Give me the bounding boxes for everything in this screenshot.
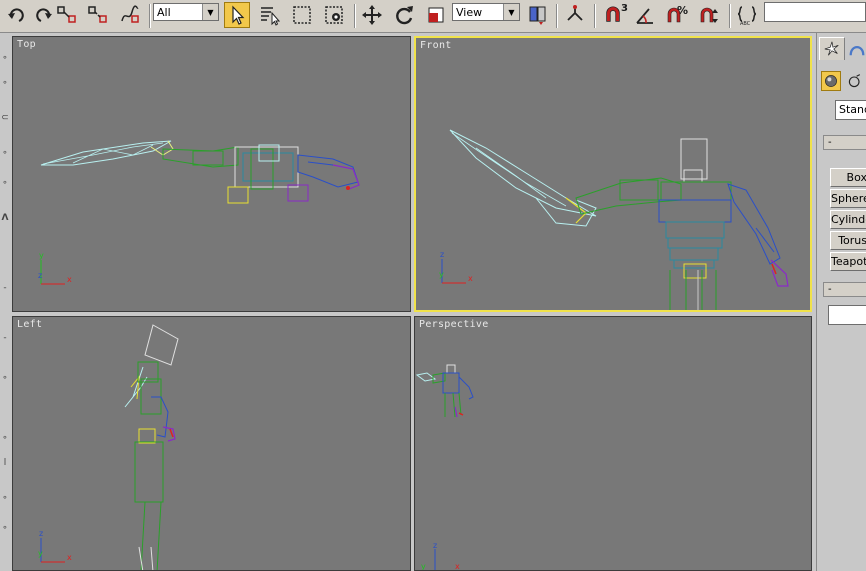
reference-coordinate-dropdown[interactable]: View ▼ — [452, 3, 520, 21]
strip-tick-icon: ∘ — [2, 493, 8, 503]
strip-tick-icon: - — [3, 333, 7, 343]
viewport-top[interactable]: Top y x z — [12, 36, 411, 312]
left-edge-strip: ∘ ∘ ⊂ ∘ ∘ Λ - - ∘ ∘ l ∘ ∘ — [0, 33, 10, 571]
percent-snap-icon[interactable]: % — [664, 2, 690, 28]
selection-filter-dropdown[interactable]: All ▼ — [153, 3, 219, 21]
spinner-snap-icon[interactable] — [696, 2, 722, 28]
strip-tick-icon: ∘ — [2, 78, 8, 88]
strip-tick-icon: ∘ — [2, 53, 8, 63]
axis-v-label: z — [433, 541, 437, 550]
strip-tick-icon: ∘ — [2, 373, 8, 383]
strip-tick-icon: ∘ — [2, 148, 8, 158]
axis-v-label: z — [39, 529, 43, 538]
axis-y-label: y — [439, 270, 444, 279]
select-by-name-icon[interactable] — [256, 2, 282, 28]
chevron-down-icon: ▼ — [503, 4, 519, 20]
teapot-button[interactable]: Teapot — [830, 252, 866, 271]
rectangular-selection-icon[interactable] — [289, 2, 315, 28]
command-panel: Standard Primitives - Box Sphere Cylinde… — [816, 33, 866, 571]
select-object-icon[interactable] — [224, 2, 250, 28]
axis-tripod-perspective: z x y — [421, 541, 460, 571]
box-button[interactable]: Box — [830, 168, 866, 187]
percent-snap-label: % — [676, 4, 688, 17]
strip-tick-icon: ∘ — [2, 178, 8, 188]
snap-dimension-label: 3 — [621, 3, 628, 14]
axis-v-label: z — [440, 250, 444, 259]
modify-tab-icon[interactable] — [845, 37, 866, 59]
axis-tripod-top: y x z — [38, 251, 72, 285]
object-type-dropdown[interactable]: Standard Primitives — [835, 100, 866, 120]
svg-text:ABC: ABC — [740, 21, 751, 26]
axis-h-label: x — [455, 562, 460, 571]
undo-icon[interactable] — [4, 2, 30, 28]
axis-h-label: x — [67, 553, 72, 562]
edit-named-selections-icon[interactable]: ABC — [734, 2, 760, 28]
strip-tick-icon: Λ — [1, 213, 9, 223]
viewport-left[interactable]: Left z x y — [12, 316, 411, 571]
bind-to-space-warp-icon[interactable] — [117, 2, 143, 28]
viewport-perspective[interactable]: Perspective z x y — [414, 316, 812, 571]
axis-h-label: x — [67, 275, 72, 284]
axis-y-label: y — [38, 549, 43, 558]
unlink-selection-icon[interactable] — [85, 2, 111, 28]
select-and-scale-icon[interactable] — [423, 2, 449, 28]
sphere-button[interactable]: Sphere — [830, 189, 866, 208]
viewport-area: Top y x z Front z x y Left z x y Perspec… — [10, 33, 816, 571]
select-and-rotate-icon[interactable] — [391, 2, 417, 28]
angle-snap-icon[interactable] — [632, 2, 658, 28]
selection-filter-value: All — [157, 5, 171, 19]
axis-y-label: y — [421, 562, 426, 571]
torus-button[interactable]: Torus — [830, 231, 866, 250]
name-color-rollout-header[interactable]: - — [823, 282, 866, 297]
object-type-rollout-header[interactable]: - — [823, 135, 866, 150]
strip-tick-icon: ∘ — [2, 433, 8, 443]
chevron-down-icon: ▼ — [202, 4, 218, 20]
perspective-view-wireframe — [415, 364, 474, 418]
axis-h-label: x — [468, 274, 473, 283]
axis-tripod-left: z x y — [38, 529, 72, 563]
rollout-toggle: - — [828, 284, 832, 295]
object-name-field[interactable] — [828, 305, 866, 325]
strip-tick-icon: ⊂ — [1, 113, 9, 123]
window-crossing-icon[interactable] — [321, 2, 347, 28]
snaps-toggle-icon[interactable]: 3 — [598, 2, 628, 28]
strip-tick-icon: - — [3, 283, 7, 293]
axis-z-label: z — [38, 271, 42, 280]
geometry-category-icon[interactable] — [821, 71, 841, 91]
pivot-center-icon[interactable] — [525, 2, 551, 28]
select-and-manipulate-icon[interactable] — [562, 2, 588, 28]
named-selection-sets-field[interactable] — [764, 2, 866, 22]
reference-coordinate-value: View — [456, 5, 483, 19]
strip-tick-icon: l — [3, 458, 7, 468]
axis-tripod-front: z x y — [439, 250, 473, 284]
create-tab-icon[interactable] — [819, 37, 845, 60]
main-toolbar: All ▼ View ▼ 3 % ABC — [0, 0, 866, 33]
rollout-toggle: - — [828, 137, 832, 148]
axis-v-label: y — [39, 251, 44, 260]
cylinder-button[interactable]: Cylinder — [830, 210, 866, 229]
shapes-category-icon[interactable] — [845, 71, 865, 91]
viewport-front[interactable]: Front z x y — [414, 36, 812, 312]
strip-tick-icon: ∘ — [2, 523, 8, 533]
select-and-link-icon[interactable] — [54, 2, 80, 28]
select-and-move-icon[interactable] — [359, 2, 385, 28]
